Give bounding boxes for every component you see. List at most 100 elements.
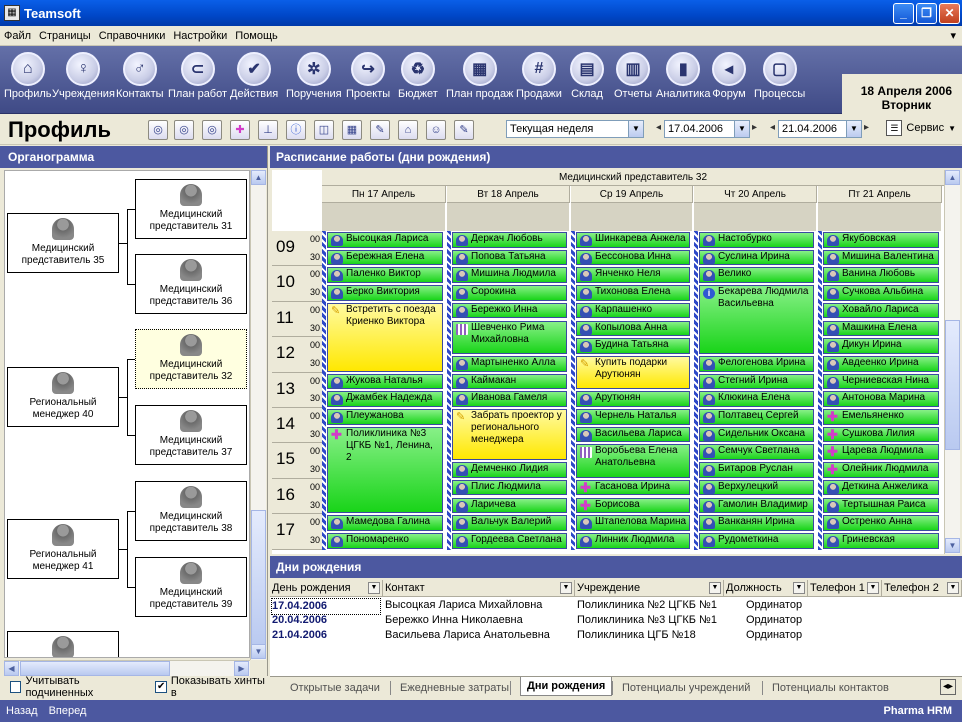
scroll-down-icon[interactable]: ▼ <box>251 644 266 659</box>
appointment[interactable]: Машкина Елена <box>823 320 939 337</box>
column-header[interactable]: Должность ▼ <box>724 580 808 597</box>
institution-icon[interactable]: ⌂ <box>398 120 418 140</box>
appointment[interactable]: ✚ Поликлиника №3 ЦГКБ №1, Ленина, 2 <box>327 426 443 514</box>
appointment[interactable]: Настобурко <box>699 232 814 248</box>
scroll-up-icon[interactable]: ▲ <box>945 170 960 185</box>
show-hints-checkbox[interactable]: ✔ <box>155 681 167 693</box>
filter-dropdown-icon[interactable]: ▼ <box>793 582 805 594</box>
org-node[interactable]: Медицинский представитель 31 <box>135 179 247 239</box>
next-to-arrow-icon[interactable]: ▸ <box>864 122 869 133</box>
appointment[interactable]: Сидельник Оксана <box>699 426 814 443</box>
appointment[interactable]: Мишина Валентина <box>823 249 939 266</box>
appointment[interactable]: Сорокина <box>452 285 567 301</box>
appointment[interactable]: ✎ Купить подарки Арутюнян <box>576 355 690 390</box>
appointment[interactable]: Линник Людмила <box>576 532 690 549</box>
appointment[interactable]: Плис Людмила <box>452 479 567 496</box>
date-to-input[interactable]: 21.04.2006 ▼ <box>778 120 862 138</box>
appointment[interactable]: ✎ Встретить с поезда Криенко Виктора <box>327 302 443 372</box>
include-subordinates-checkbox[interactable] <box>10 681 22 693</box>
org-node[interactable]: Региональный менеджер 40 <box>7 367 119 427</box>
next-from-arrow-icon[interactable]: ▸ <box>752 122 757 133</box>
table-cell[interactable]: 21.04.2006 <box>272 628 327 643</box>
toolbar-button[interactable]: ▮ Аналитика <box>656 52 710 100</box>
edit-icon[interactable]: ✎ <box>370 120 390 140</box>
restore-button[interactable]: ❐ <box>916 2 937 24</box>
back-link[interactable]: Назад <box>6 705 38 717</box>
appointment[interactable]: Будина Татьяна <box>576 338 690 354</box>
schedule-grid[interactable]: Медицинский представитель 32 Пн 17 Апрел… <box>272 170 944 554</box>
chevron-down-icon[interactable]: ▼ <box>846 121 861 137</box>
scroll-up-icon[interactable]: ▲ <box>251 170 266 185</box>
appointment[interactable]: Сучкова Альбина <box>823 285 939 301</box>
table-cell[interactable]: Васильева Лариса Анатольевна <box>385 628 550 643</box>
toolbar-button[interactable]: ✔ Действия <box>230 52 278 100</box>
appointment[interactable]: ✚ Царева Людмила <box>823 444 939 461</box>
appointment[interactable]: Карпашенко <box>576 302 690 319</box>
appointment[interactable]: Демченко Лидия <box>452 462 567 478</box>
org-node[interactable]: Медицинский представитель 35 <box>7 213 119 273</box>
table-cell[interactable]: Бережко Инна Николаевна <box>385 613 523 628</box>
appointment[interactable]: Дикун Ирина <box>823 338 939 354</box>
refresh-org-icon[interactable]: ◎ <box>202 120 222 140</box>
tab-item[interactable]: Ежедневные затраты <box>400 679 509 697</box>
filter-dropdown-icon[interactable]: ▼ <box>947 582 959 594</box>
appointment[interactable]: Ховайло Лариса <box>823 302 939 319</box>
appointment[interactable]: Иванова Гамеля <box>452 391 567 407</box>
table-cell[interactable]: Ординатор <box>746 598 802 613</box>
appointment[interactable]: Тертышная Раиса <box>823 497 939 514</box>
appointment[interactable]: Велико <box>699 267 814 284</box>
all-day-area[interactable] <box>818 203 942 231</box>
tab-item[interactable]: Дни рождения <box>520 677 613 696</box>
table-cell[interactable]: Поликлиника №2 ЦГКБ №1 <box>577 598 717 613</box>
day-header[interactable]: Вт 18 Апрель <box>447 186 570 203</box>
appointment[interactable]: Чернель Наталья <box>576 409 690 425</box>
prev-to-arrow-icon[interactable]: ◂ <box>770 122 775 133</box>
appointment[interactable]: Деткина Анжелика <box>823 479 939 496</box>
add-icon[interactable]: ✚ <box>230 120 250 140</box>
appointment[interactable]: ✚ Гасанова Ирина <box>576 479 690 496</box>
appointment[interactable]: Гордеева Светлана <box>452 532 567 549</box>
appointment[interactable]: Попова Татьяна <box>452 249 567 266</box>
report-icon[interactable]: ▦ <box>342 120 362 140</box>
table-cell[interactable]: Высоцкая Лариса Михайловна <box>385 598 542 613</box>
scroll-thumb[interactable] <box>945 320 960 450</box>
chevron-down-icon[interactable]: ▼ <box>734 121 749 137</box>
toolbar-button[interactable]: ⌂ Профиль <box>4 52 52 100</box>
appointment[interactable]: Мишина Людмила <box>452 267 567 284</box>
appointment[interactable]: Якубовская <box>823 232 939 248</box>
all-day-area[interactable] <box>447 203 570 231</box>
appointment[interactable]: Рудометкина <box>699 532 814 549</box>
appointment[interactable]: Ванканян Ирина <box>699 515 814 531</box>
toolbar-button[interactable]: ▥ Отчеты <box>614 52 652 100</box>
tab-item[interactable]: Потенциалы учреждений <box>622 679 750 697</box>
toolbar-button[interactable]: ▦ План продаж <box>446 52 513 100</box>
tab-scroll-icon[interactable]: ◂▸ <box>939 679 956 695</box>
appointment[interactable]: Шинкарева Анжела <box>576 232 690 248</box>
date-from-input[interactable]: 17.04.2006 ▼ <box>664 120 750 138</box>
filter-dropdown-icon[interactable]: ▼ <box>867 582 879 594</box>
appointment[interactable]: Стегний Ирина <box>699 373 814 390</box>
appointment[interactable]: Суслина Ирина <box>699 249 814 266</box>
day-header[interactable]: Чт 20 Апрель <box>694 186 817 203</box>
toolbar-button[interactable]: ♀ Учреждения <box>52 52 115 100</box>
table-cell[interactable]: Ординатор <box>746 613 802 628</box>
table-cell[interactable]: 20.04.2006 <box>272 613 327 628</box>
appointment[interactable]: Каймакан <box>452 373 567 390</box>
org-hscrollbar[interactable]: ◀ ▶ <box>4 660 250 676</box>
appointment[interactable]: Битаров Руслан <box>699 462 814 478</box>
appointment[interactable]: Плеужанова <box>327 409 443 425</box>
appointment[interactable]: ✚ Сушкова Лилия <box>823 426 939 443</box>
org-node[interactable]: Региональный менеджер 41 <box>7 519 119 579</box>
forward-link[interactable]: Вперед <box>49 705 87 717</box>
scroll-thumb[interactable] <box>20 661 170 676</box>
org-node-selected[interactable]: Медицинский представитель 32 <box>135 329 247 389</box>
column-header[interactable]: День рождения ▼ <box>270 580 383 597</box>
all-day-area[interactable] <box>571 203 693 231</box>
menu-pages[interactable]: Страницы <box>39 30 91 42</box>
menu-file[interactable]: Файл <box>4 30 31 42</box>
appointment[interactable]: Гриневская <box>823 532 939 549</box>
filter-dropdown-icon[interactable]: ▼ <box>368 582 380 594</box>
appointment[interactable]: Фелогенова Ирина <box>699 355 814 372</box>
day-header[interactable]: Ср 19 Апрель <box>571 186 693 203</box>
appointment[interactable]: i Бекарева Людмила Васильевна <box>699 285 814 354</box>
